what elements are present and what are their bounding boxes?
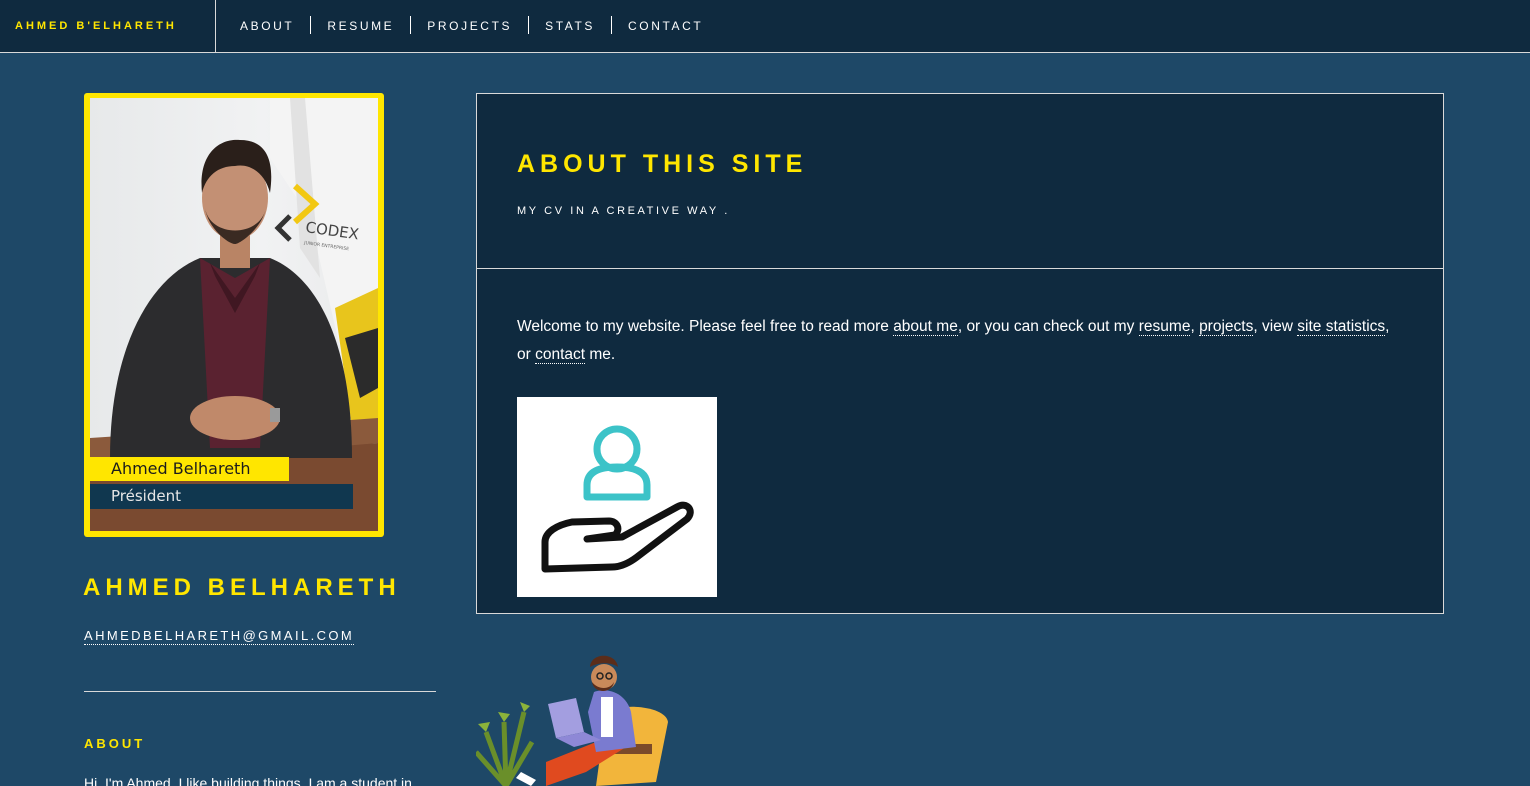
page-subtitle: MY CV IN A CREATIVE WAY . <box>517 205 730 217</box>
user-in-hand-icon[interactable] <box>517 397 717 597</box>
welcome-text-3: , <box>1190 318 1200 335</box>
profile-divider <box>84 691 436 692</box>
welcome-text-4: , view <box>1253 318 1298 335</box>
welcome-text-2: , or you can check out my <box>957 318 1139 335</box>
profile-photo: CODEX JUNIOR ENTREPRISE Ahmed Belhareth … <box>90 98 378 531</box>
nav-stats[interactable]: STATS <box>528 16 611 34</box>
profile-email-link[interactable]: AHMEDBELHARETH@GMAIL.COM <box>84 628 355 645</box>
panel-body: Welcome to my website. Please feel free … <box>477 269 1443 613</box>
person-with-laptop-illustration <box>474 652 676 786</box>
profile-photo-frame: CODEX JUNIOR ENTREPRISE Ahmed Belhareth … <box>84 93 384 537</box>
site-brand[interactable]: AHMED B'ELHARETH <box>0 0 216 52</box>
site-statistics-link[interactable]: site statistics <box>1297 318 1386 336</box>
welcome-paragraph: Welcome to my website. Please feel free … <box>517 313 1397 369</box>
about-heading: ABOUT <box>84 736 146 751</box>
welcome-text-1: Welcome to my website. Please feel free … <box>517 318 894 335</box>
photo-role-tag: Président <box>90 484 353 509</box>
about-me-link[interactable]: about me <box>893 318 958 336</box>
nav-contact[interactable]: CONTACT <box>611 16 719 34</box>
page-title: ABOUT THIS SITE <box>517 150 808 178</box>
nav-about[interactable]: ABOUT <box>224 16 310 34</box>
projects-link[interactable]: projects <box>1199 318 1254 336</box>
main-nav: ABOUT RESUME PROJECTS STATS CONTACT <box>224 16 719 34</box>
photo-name-tag: Ahmed Belhareth <box>90 457 289 481</box>
welcome-text-6: me. <box>585 346 616 363</box>
panel-header: ABOUT THIS SITE MY CV IN A CREATIVE WAY … <box>477 94 1443 269</box>
contact-link[interactable]: contact <box>535 346 586 364</box>
nav-resume[interactable]: RESUME <box>310 16 410 34</box>
top-navbar: AHMED B'ELHARETH ABOUT RESUME PROJECTS S… <box>0 0 1530 53</box>
resume-link[interactable]: resume <box>1138 318 1191 336</box>
about-text: Hi, I'm Ahmed. I like building things. I… <box>84 775 412 786</box>
about-site-panel: ABOUT THIS SITE MY CV IN A CREATIVE WAY … <box>476 93 1444 614</box>
nav-projects[interactable]: PROJECTS <box>410 16 528 34</box>
profile-name: AHMED BELHARETH <box>83 574 401 601</box>
